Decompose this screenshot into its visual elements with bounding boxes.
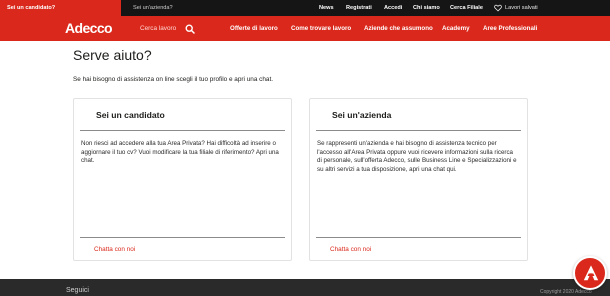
card-body: Se rappresenti un'azienda e hai bisogno … — [317, 140, 517, 173]
company-card: Sei un'azienda Se rappresenti un'azienda… — [309, 98, 528, 261]
intro-text: Se hai bisogno di assistenza on line sce… — [73, 76, 274, 83]
chat-button-company[interactable]: Chatta con noi — [330, 246, 371, 253]
main-navbar: Adecco Offerte di lavoro Come trovare la… — [0, 16, 610, 41]
footer: Seguici Copyright 2020 Adecco — [0, 279, 610, 296]
link-register[interactable]: Registrati — [346, 0, 372, 16]
chat-fab-button[interactable] — [573, 256, 607, 290]
link-find-branch[interactable]: Cerca Filiale — [450, 0, 483, 16]
candidate-card: Sei un candidato Non riesci ad accedere … — [73, 98, 292, 261]
divider — [316, 130, 521, 131]
nav-job-offers[interactable]: Offerte di lavoro — [230, 16, 278, 41]
card-title: Sei un'azienda — [332, 110, 392, 120]
nav-hiring-companies[interactable]: Aziende che assumono — [364, 16, 433, 41]
tab-company[interactable]: Sei un'azienda? — [126, 0, 180, 16]
divider — [316, 237, 521, 238]
search-icon[interactable] — [185, 24, 195, 34]
adecco-chat-icon — [583, 265, 599, 281]
saved-jobs-link[interactable]: Lavori salvati — [494, 0, 538, 16]
divider — [80, 130, 285, 131]
page-title: Serve aiuto? — [73, 47, 152, 63]
divider — [80, 237, 285, 238]
link-about[interactable]: Chi siamo — [413, 0, 440, 16]
nav-academy[interactable]: Academy — [442, 16, 470, 41]
adecco-logo[interactable]: Adecco — [65, 19, 113, 38]
top-utility-bar: Sei un candidato? Sei un'azienda? News R… — [0, 0, 610, 16]
footer-copyright: Copyright 2020 Adecco — [540, 289, 592, 295]
link-login[interactable]: Accedi — [384, 0, 402, 16]
footer-social-label: Seguici — [66, 287, 89, 294]
saved-jobs-label: Lavori salvati — [505, 5, 538, 11]
tab-candidate[interactable]: Sei un candidato? — [0, 0, 121, 16]
card-title: Sei un candidato — [96, 110, 165, 120]
link-news[interactable]: News — [319, 0, 334, 16]
card-body: Non riesci ad accedere alla tua Area Pri… — [81, 140, 279, 164]
nav-professional-areas[interactable]: Aree Professionali — [483, 16, 537, 41]
nav-how-to-find-work[interactable]: Come trovare lavoro — [291, 16, 351, 41]
chat-button-candidate[interactable]: Chatta con noi — [94, 246, 135, 253]
heart-icon — [494, 4, 502, 11]
